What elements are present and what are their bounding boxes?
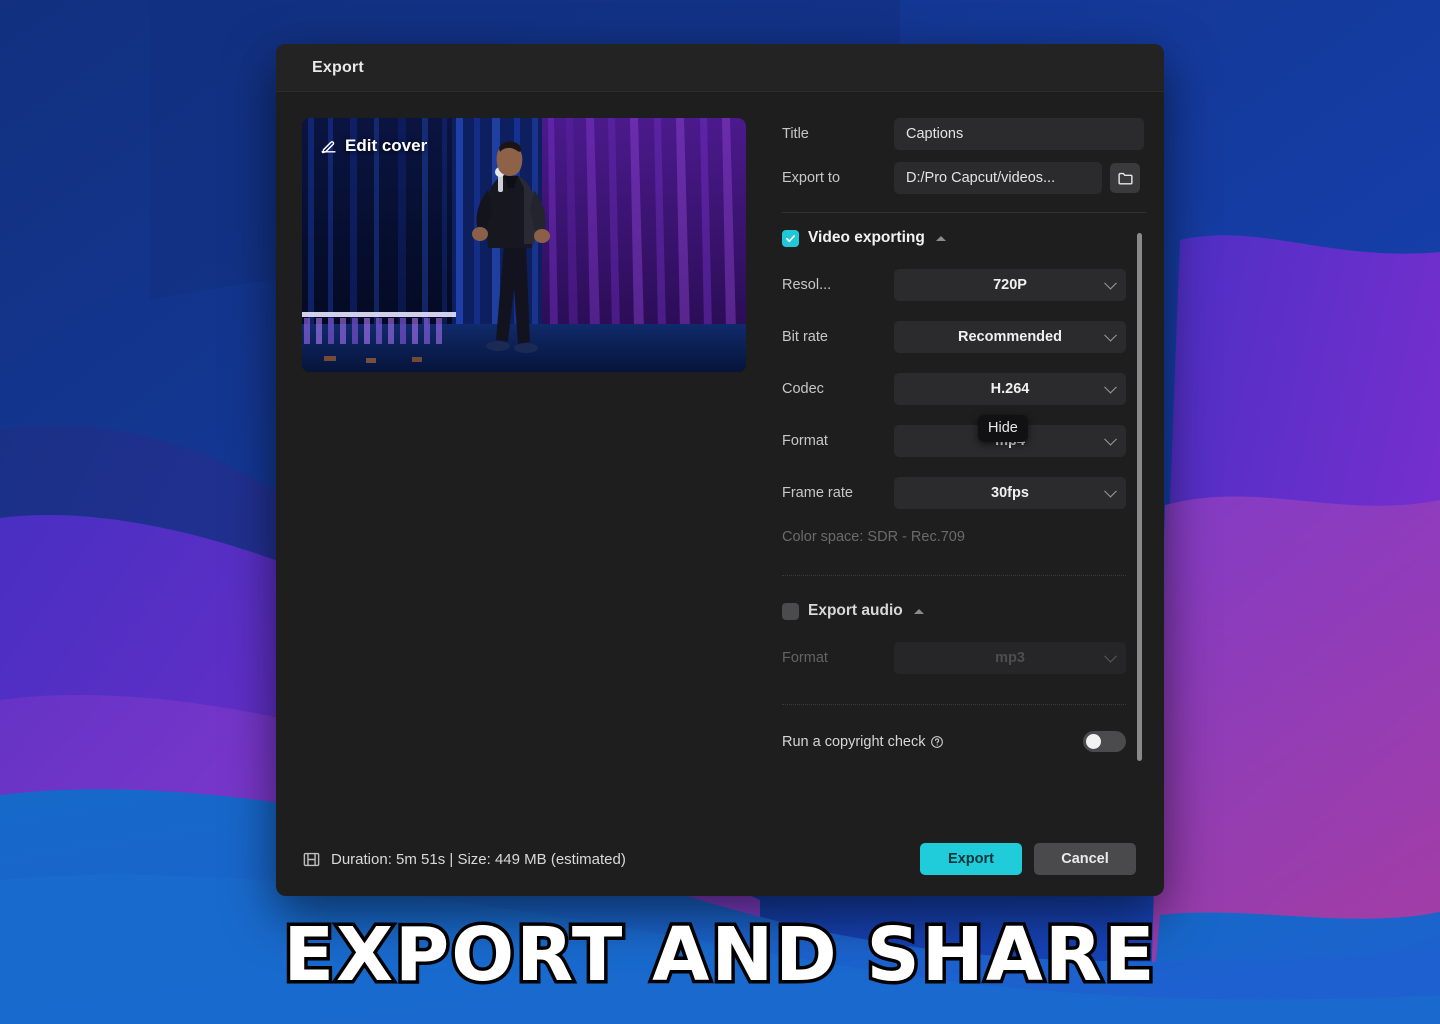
cover-thumbnail[interactable]: Edit cover [302, 118, 746, 372]
info-circle-icon[interactable] [930, 735, 944, 749]
export-audio-checkbox[interactable] [782, 602, 799, 620]
bitrate-row: Bit rate Recommended [782, 321, 1126, 353]
export-button[interactable]: Export [920, 843, 1022, 875]
format-row: Format mp4 [782, 425, 1126, 457]
cancel-button[interactable]: Cancel [1034, 843, 1136, 875]
bitrate-select[interactable]: Recommended [894, 321, 1126, 353]
framerate-row: Frame rate 30fps [782, 477, 1126, 509]
color-space-text: Color space: SDR - Rec.709 [782, 529, 965, 545]
copyright-check-row: Run a copyright check [782, 731, 1126, 752]
section-divider [782, 575, 1126, 576]
audio-format-value: mp3 [995, 650, 1025, 666]
bitrate-value: Recommended [958, 329, 1062, 345]
chevron-down-icon [1104, 649, 1117, 663]
export-summary-text: Duration: 5m 51s | Size: 449 MB (estimat… [331, 850, 626, 868]
settings-column: Title Captions Export to D:/Pro Capcut/v… [782, 118, 1160, 822]
divider [782, 212, 1146, 213]
video-exporting-label: Video exporting [808, 229, 925, 246]
codec-row: Codec H.264 [782, 373, 1126, 405]
video-exporting-checkbox[interactable] [782, 229, 799, 247]
copyright-check-label-group: Run a copyright check [782, 734, 944, 750]
audio-format-select: mp3 [894, 642, 1126, 674]
export-summary: Duration: 5m 51s | Size: 449 MB (estimat… [302, 850, 626, 869]
resolution-row: Resol... 720P [782, 269, 1126, 301]
framerate-value: 30fps [991, 485, 1029, 501]
chevron-down-icon [1104, 380, 1117, 394]
browse-folder-button[interactable] [1110, 163, 1140, 193]
dialog-footer: Duration: 5m 51s | Size: 449 MB (estimat… [276, 822, 1164, 896]
screen: Export Edit cover Title Captions Export … [0, 0, 1440, 1024]
hide-tooltip: Hide [978, 415, 1028, 442]
settings-scrollbar[interactable] [1137, 233, 1142, 761]
cover-column: Edit cover [302, 118, 748, 822]
chevron-up-icon[interactable] [913, 608, 924, 614]
chevron-down-icon [1104, 484, 1117, 498]
cover-image [302, 118, 746, 372]
framerate-label: Frame rate [782, 485, 853, 501]
chevron-down-icon [1104, 432, 1117, 446]
format-label: Format [782, 433, 828, 449]
footer-buttons: Export Cancel [920, 843, 1136, 875]
toggle-knob [1086, 734, 1101, 749]
chevron-down-icon [1104, 276, 1117, 290]
export-to-label: Export to [782, 170, 841, 186]
resolution-value: 720P [993, 277, 1027, 293]
codec-value: H.264 [990, 381, 1030, 397]
framerate-select[interactable]: 30fps [894, 477, 1126, 509]
video-exporting-header: Video exporting [782, 229, 1126, 247]
resolution-select[interactable]: 720P [894, 269, 1126, 301]
title-input[interactable]: Captions [894, 118, 1144, 150]
export-audio-header: Export audio [782, 602, 1126, 620]
pencil-icon [320, 138, 337, 155]
copyright-check-toggle[interactable] [1083, 731, 1126, 752]
bitrate-label: Bit rate [782, 329, 828, 345]
export-to-row: Export to D:/Pro Capcut/videos... [782, 162, 1146, 194]
audio-format-row: Format mp3 [782, 642, 1126, 674]
copyright-check-label: Run a copyright check [782, 733, 926, 750]
film-strip-icon [302, 850, 321, 869]
codec-select[interactable]: H.264 [894, 373, 1126, 405]
edit-cover-label: Edit cover [345, 136, 428, 155]
export-path-input[interactable]: D:/Pro Capcut/videos... [894, 162, 1102, 194]
dialog-title: Export [312, 58, 364, 76]
chevron-up-icon[interactable] [935, 235, 946, 241]
export-dialog: Export Edit cover Title Captions Export … [276, 44, 1164, 896]
edit-cover-button[interactable]: Edit cover [320, 136, 427, 156]
dialog-body: Edit cover Title Captions Export to D:/P… [276, 92, 1164, 822]
overlay-caption: EXPORT AND SHARE [280, 909, 1158, 1002]
audio-format-label: Format [782, 650, 828, 666]
title-value: Captions [906, 126, 964, 142]
title-row: Title Captions [782, 118, 1146, 150]
dialog-titlebar: Export [276, 44, 1164, 92]
codec-label: Codec [782, 381, 824, 397]
title-label: Title [782, 126, 809, 142]
export-audio-label: Export audio [808, 602, 903, 619]
chevron-down-icon [1104, 328, 1117, 342]
export-path-value: D:/Pro Capcut/videos... [906, 170, 1056, 186]
folder-icon [1117, 170, 1134, 187]
resolution-label: Resol... [782, 277, 832, 293]
settings-scroll-area: Video exporting Resol... 720P Bit rate R… [782, 229, 1146, 767]
section-divider [782, 704, 1126, 705]
